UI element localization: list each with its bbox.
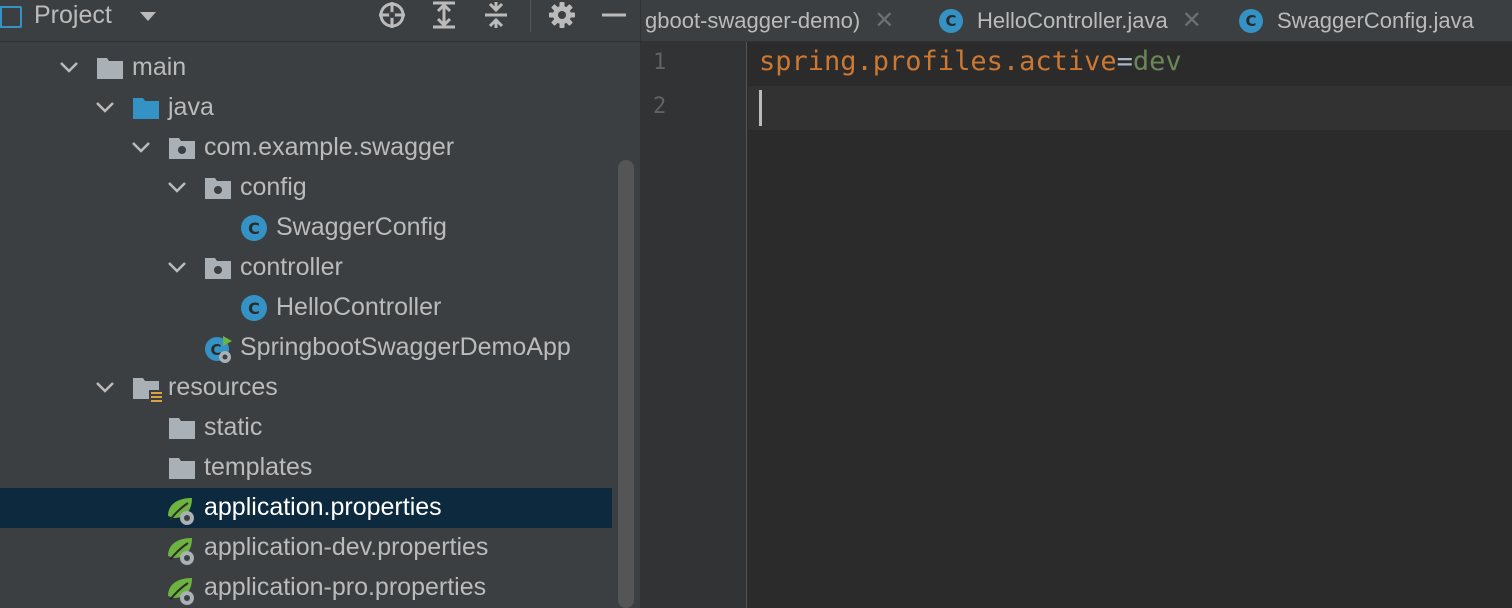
property-key: spring.profiles.active <box>759 46 1117 77</box>
folder-icon <box>96 54 124 82</box>
project-window-icon <box>0 6 22 28</box>
folder-icon <box>168 414 196 442</box>
java-class-icon: C <box>939 9 963 33</box>
folder-icon <box>168 454 196 482</box>
toolbar-divider <box>530 0 531 32</box>
chevron-down-icon[interactable] <box>128 134 154 160</box>
java-class-icon: C <box>240 294 268 322</box>
line-number: 2 <box>653 94 667 119</box>
project-header: Project <box>0 0 640 42</box>
collapse-all-icon[interactable] <box>478 0 514 30</box>
tree-item-static[interactable]: static <box>0 408 612 448</box>
tree-item-label: HelloController <box>276 293 442 321</box>
tab-label: HelloController.java <box>977 8 1168 33</box>
tree-item-package-controller[interactable]: controller <box>0 248 612 288</box>
tree-item-resources[interactable]: resources <box>0 368 612 408</box>
tree-item-label: com.example.swagger <box>204 133 455 161</box>
tree-item-main[interactable]: main <box>0 48 612 88</box>
tree-item-label: templates <box>204 453 313 481</box>
tree-item-class-hellocontroller[interactable]: C HelloController <box>0 288 612 328</box>
spring-properties-icon <box>166 574 194 605</box>
package-icon <box>204 254 232 282</box>
editor-area: gboot-swagger-demo) ✕ C HelloController.… <box>640 0 1512 608</box>
svg-text:C: C <box>248 299 260 318</box>
java-class-icon: C <box>240 214 268 242</box>
gear-icon[interactable] <box>544 0 580 30</box>
tree-item-application-dev-properties[interactable]: application-dev.properties <box>0 528 612 568</box>
resources-folder-icon <box>132 374 163 405</box>
tree-item-label: SpringbootSwaggerDemoApp <box>240 333 571 361</box>
expand-all-icon[interactable] <box>426 0 462 30</box>
tree-item-application-properties[interactable]: application.properties <box>0 488 612 528</box>
spring-properties-icon <box>166 534 194 565</box>
tree-item-class-swaggerconfig[interactable]: C SwaggerConfig <box>0 208 612 248</box>
text-cursor <box>759 90 762 126</box>
chevron-down-icon[interactable] <box>164 254 190 280</box>
tree-item-label: application-pro.properties <box>204 573 487 601</box>
crosshair-locate-icon[interactable] <box>374 0 410 30</box>
tree-item-label: java <box>168 93 214 121</box>
chevron-down-icon[interactable] <box>92 374 118 400</box>
chevron-down-icon[interactable] <box>164 174 190 200</box>
property-equals: = <box>1116 46 1133 77</box>
svg-text:C: C <box>248 219 260 238</box>
tree-item-label: SwaggerConfig <box>276 213 447 241</box>
chevron-down-icon[interactable] <box>56 54 82 80</box>
tab-application-properties[interactable]: gboot-swagger-demo) ✕ <box>645 0 894 41</box>
tab-swaggerconfig-java[interactable]: C SwaggerConfig.java <box>1239 0 1474 41</box>
package-icon <box>168 134 196 162</box>
code-line-1[interactable]: spring.profiles.active=dev <box>759 46 1182 77</box>
tree-item-class-springbootswaggerdemoapp[interactable]: C SpringbootSwaggerDemoApp <box>0 328 612 368</box>
line-number-gutter: 1 2 <box>641 42 747 608</box>
tree-item-label: config <box>240 173 307 201</box>
property-value: dev <box>1132 46 1182 77</box>
view-selector-chevron-down-icon[interactable] <box>140 12 156 21</box>
tree-item-label: controller <box>240 253 343 281</box>
spring-boot-app-icon: C <box>204 334 232 363</box>
editor-tab-bar: gboot-swagger-demo) ✕ C HelloController.… <box>641 0 1512 42</box>
close-icon[interactable]: ✕ <box>1182 9 1202 33</box>
project-view-title[interactable]: Project <box>34 1 112 30</box>
tree-item-label: application.properties <box>204 493 442 521</box>
spring-properties-icon <box>166 494 194 525</box>
project-tool-window: Project main java com.example.swagger co… <box>0 0 640 608</box>
tab-hellocontroller-java[interactable]: C HelloController.java ✕ <box>939 0 1202 41</box>
tree-item-package-config[interactable]: config <box>0 168 612 208</box>
tree-item-label: application-dev.properties <box>204 533 489 561</box>
tree-item-label: main <box>132 53 187 81</box>
line-number: 1 <box>653 50 667 75</box>
tree-item-label: resources <box>168 373 278 401</box>
hide-minus-icon[interactable] <box>596 0 632 30</box>
tree-item-package-com-example-swagger[interactable]: com.example.swagger <box>0 128 612 168</box>
tree-item-templates[interactable]: templates <box>0 448 612 488</box>
tab-label: gboot-swagger-demo) <box>645 8 861 33</box>
package-icon <box>204 174 232 202</box>
tab-label: SwaggerConfig.java <box>1277 8 1474 33</box>
tree-item-label: static <box>204 413 263 441</box>
java-class-icon: C <box>1239 9 1263 33</box>
tree-item-java[interactable]: java <box>0 88 612 128</box>
tree-scrollbar[interactable] <box>618 160 634 608</box>
current-line-highlight <box>748 86 1512 130</box>
close-icon[interactable]: ✕ <box>874 9 894 33</box>
chevron-down-icon[interactable] <box>92 94 118 120</box>
source-folder-icon <box>132 94 160 122</box>
tree-item-application-pro-properties[interactable]: application-pro.properties <box>0 568 612 608</box>
